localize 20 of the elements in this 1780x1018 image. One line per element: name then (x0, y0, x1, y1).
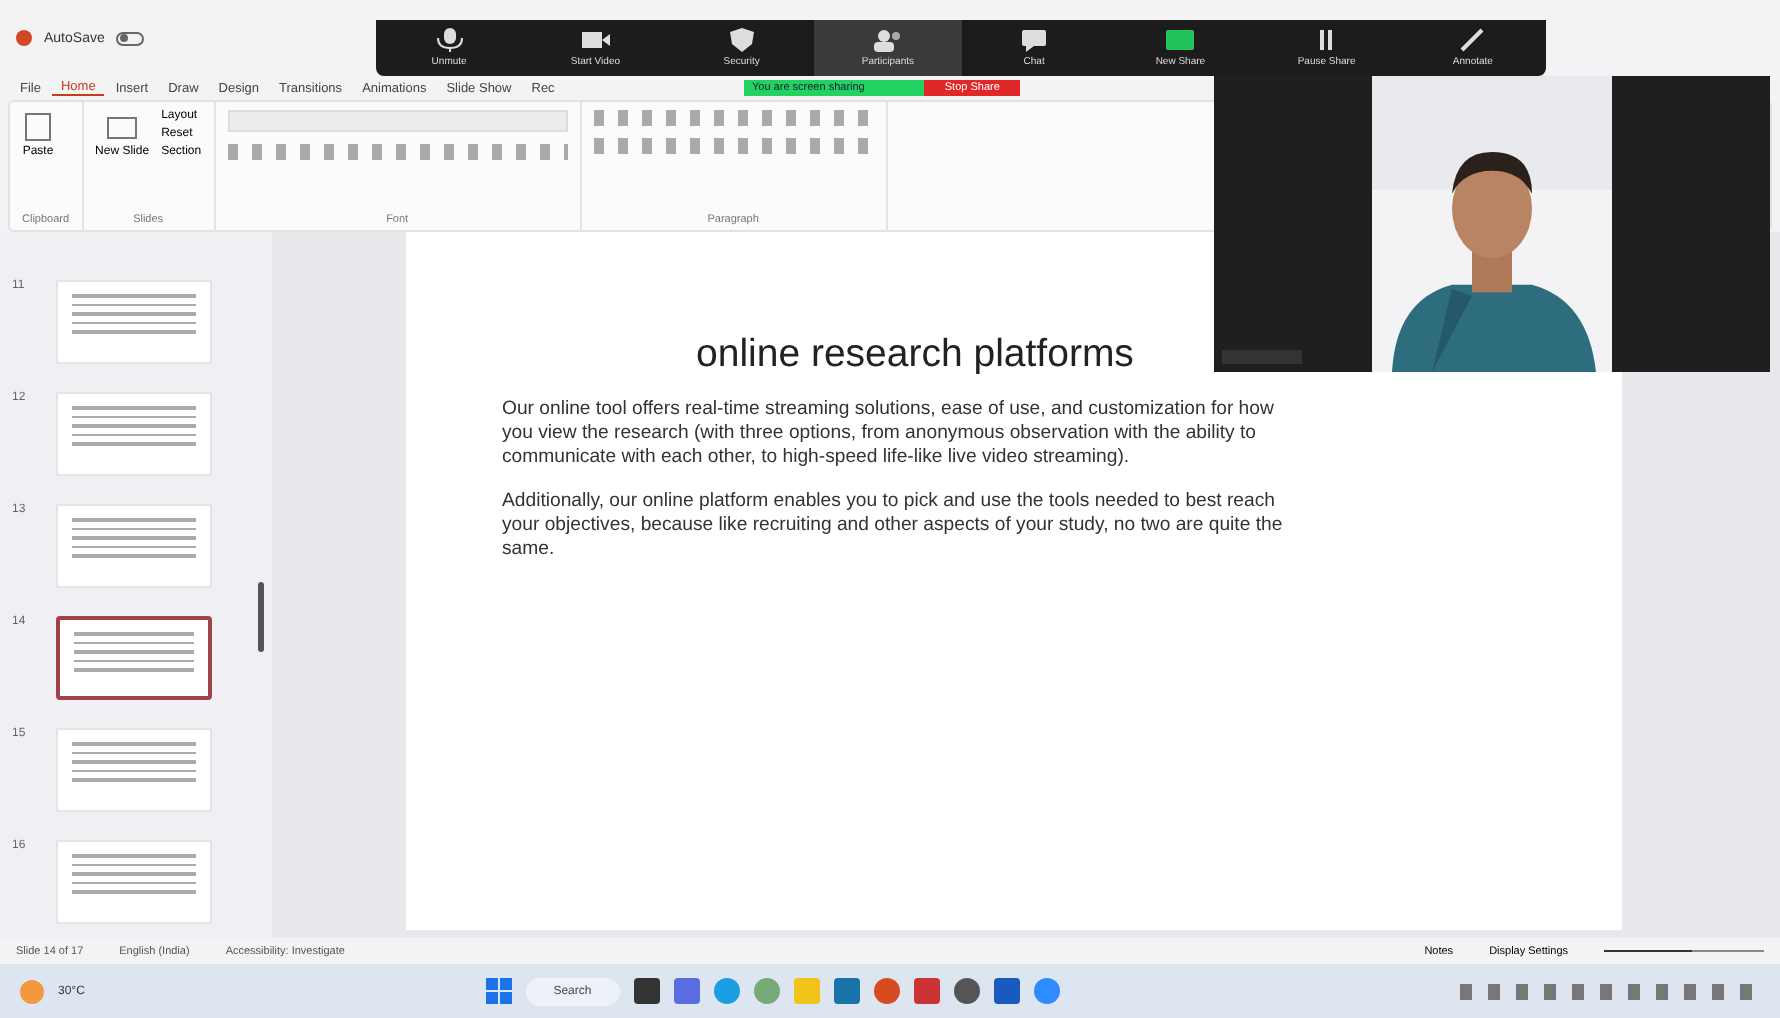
autosave-toggle[interactable] (116, 31, 145, 45)
app-logo-icon (16, 30, 32, 46)
start-button[interactable] (485, 978, 512, 1004)
font-field[interactable] (227, 110, 568, 132)
app-icon[interactable] (993, 978, 1020, 1004)
microphone-icon (433, 28, 466, 52)
shield-icon (725, 28, 758, 52)
slide-title: online research platforms (696, 332, 1134, 378)
video-camera-icon (579, 28, 612, 52)
slide-thumbnail[interactable] (56, 616, 212, 700)
people-icon (871, 28, 904, 52)
slide-paragraph: Our online tool offers real-time streaming solutions, ease of use, and customization for how you view the research (with three options, from anonymous observation with the ability to communicate with each other, to high-speed life-like live video streaming). (502, 398, 1276, 470)
screen-icon (1164, 28, 1197, 52)
slide-paragraph: Additionally, our online platform enables you to pick and use the tools needed to best reach your objectives, because like recruiting and other aspects of your study, no two are quite the same. (502, 489, 1285, 562)
pen-icon (1456, 28, 1489, 52)
clipboard-icon (22, 110, 54, 142)
sun-icon (20, 979, 44, 1003)
app-icon[interactable] (953, 978, 980, 1004)
chat-icon (1018, 28, 1051, 52)
app-icon[interactable] (633, 978, 660, 1004)
